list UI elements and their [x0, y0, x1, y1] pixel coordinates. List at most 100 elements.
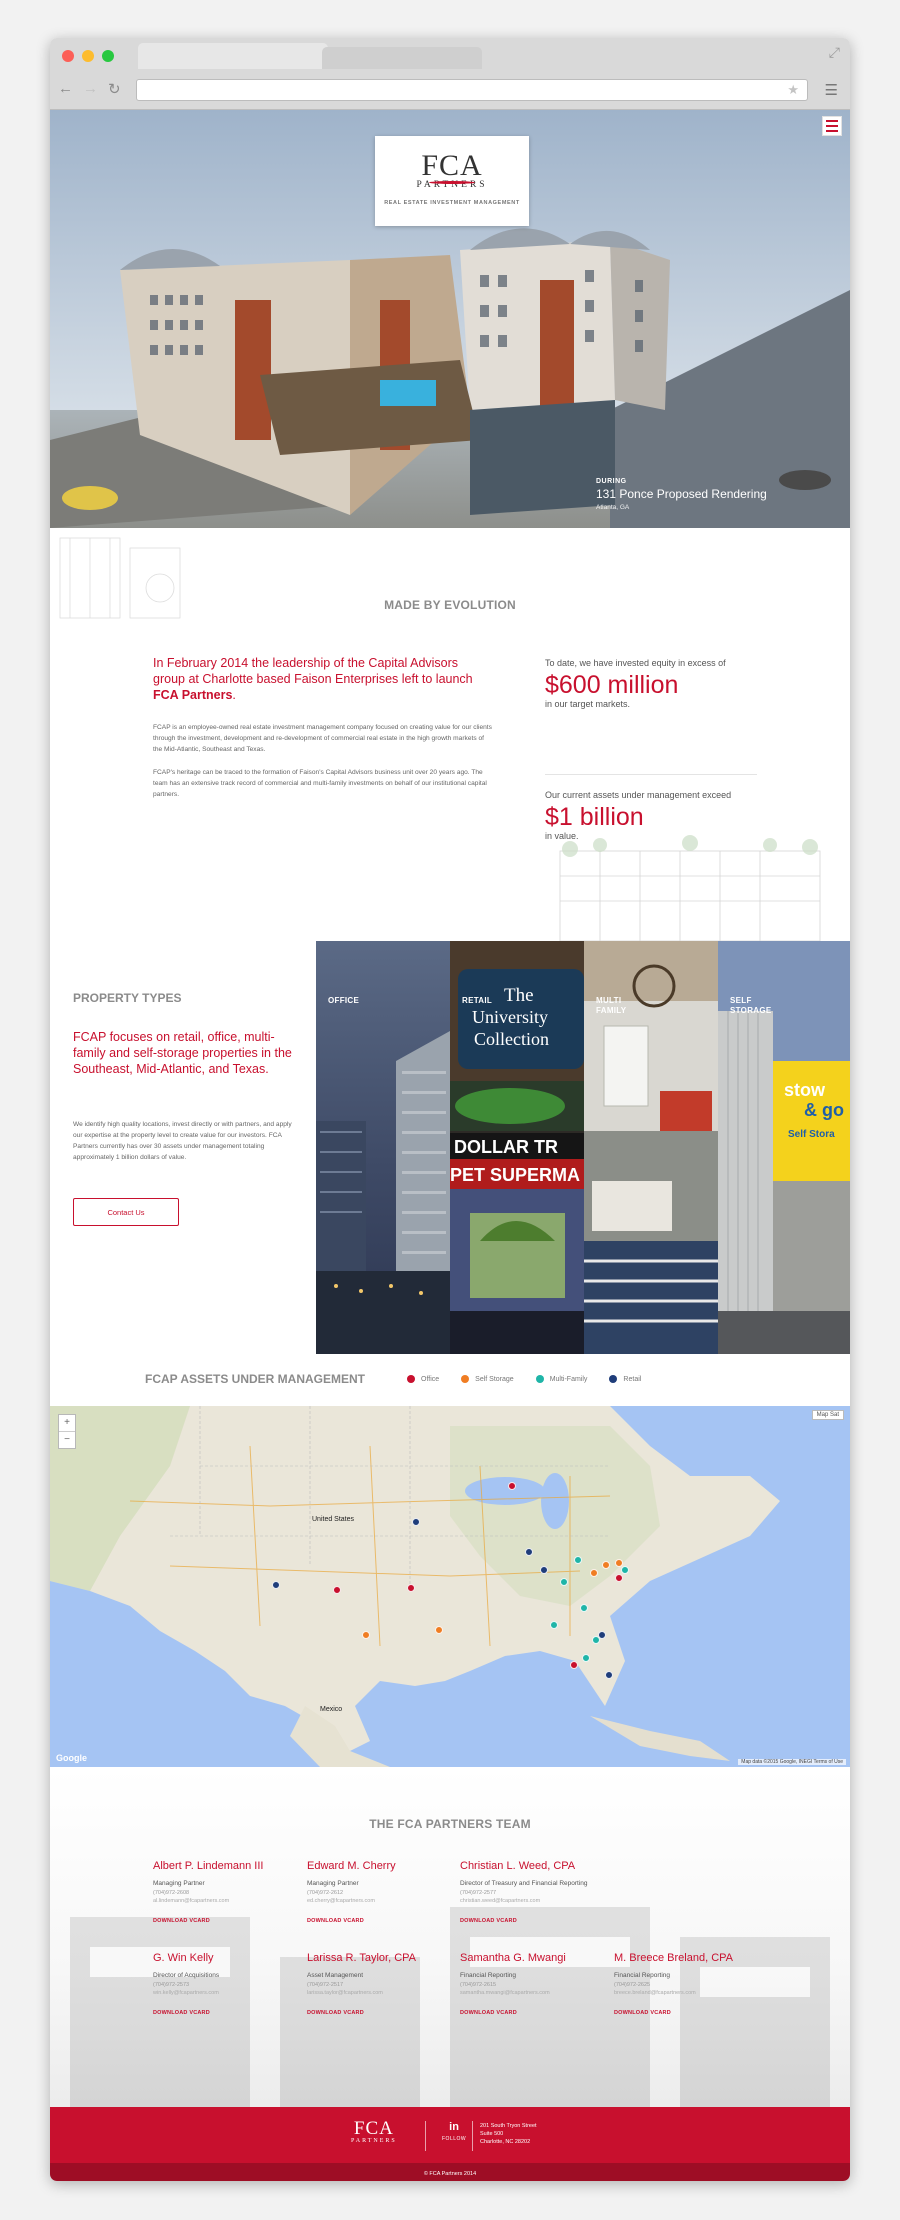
panel-label-line2: STORAGE — [730, 1006, 772, 1015]
member-email[interactable]: samantha.mwangi@fcapartners.com — [460, 1989, 610, 1997]
fullscreen-icon[interactable]: ⤢ — [829, 44, 840, 61]
divider — [545, 774, 757, 775]
map-type-control[interactable]: Map Sat — [811, 1410, 844, 1420]
retail-sign-4: DOLLAR TR — [454, 1137, 558, 1157]
member-name: Christian L. Weed, CPA — [460, 1860, 576, 1872]
member-email[interactable]: win.kelly@fcapartners.com — [153, 1989, 303, 1997]
download-vcard-link[interactable]: DOWNLOAD VCARD — [614, 2010, 764, 2016]
map-pin-retail[interactable] — [272, 1581, 280, 1589]
map-label-mexico: Mexico — [320, 1706, 343, 1713]
legend-multi-family[interactable]: Multi-Family — [535, 1375, 587, 1383]
map-pin-office[interactable] — [570, 1661, 578, 1669]
stat-invested-equity: To date, we have invested equity in exce… — [545, 658, 755, 709]
legend-office[interactable]: Office — [407, 1375, 439, 1383]
download-vcard-link[interactable]: DOWNLOAD VCARD — [153, 1918, 303, 1924]
address-bar[interactable]: ★ — [136, 79, 808, 101]
map-pin-retail[interactable] — [605, 1671, 613, 1679]
minimize-window-button[interactable] — [82, 50, 94, 62]
team-member: Edward M. Cherry Managing Partner (704)9… — [307, 1860, 457, 1924]
member-email[interactable]: al.lindemann@fcapartners.com — [153, 1897, 303, 1905]
logo-tagline: REAL ESTATE INVESTMENT MANAGEMENT — [384, 200, 520, 206]
address-line-1: 201 South Tryon Street — [480, 2123, 537, 2129]
storage-sign-2: & go — [804, 1100, 844, 1120]
map-pin-multi-family[interactable] — [580, 1604, 588, 1612]
zoom-in-button[interactable]: + — [59, 1415, 75, 1431]
member-name: M. Breece Breland, CPA — [614, 1952, 734, 1964]
storage-sign-1: stow — [784, 1080, 826, 1100]
footer-address: 201 South Tryon Street Suite 500 Charlot… — [480, 2122, 537, 2146]
map-pin-retail[interactable] — [540, 1566, 548, 1574]
footer-logo-partners: PARTNERS — [351, 2138, 397, 2144]
follow-label: FOLLOW — [442, 2136, 467, 2142]
stat-post: in our target markets. — [545, 699, 631, 709]
download-vcard-link[interactable]: DOWNLOAD VCARD — [307, 2010, 457, 2016]
map-pin-multi-family[interactable] — [560, 1578, 568, 1586]
map-pin-retail[interactable] — [598, 1631, 606, 1639]
map-attribution[interactable]: Map data ©2015 Google, INEGI Terms of Us… — [738, 1759, 846, 1765]
browser-tab[interactable] — [138, 43, 328, 69]
contact-us-button[interactable]: Contact Us — [73, 1198, 179, 1226]
map-pin-self-storage[interactable] — [602, 1561, 610, 1569]
member-role: Asset Management — [307, 1972, 364, 1979]
legend-self-storage[interactable]: Self Storage — [461, 1375, 514, 1383]
map-pin-office[interactable] — [615, 1574, 623, 1582]
map-pin-self-storage[interactable] — [362, 1631, 370, 1639]
bookmark-star-icon[interactable]: ★ — [787, 82, 799, 98]
google-logo: Google — [56, 1753, 87, 1763]
download-vcard-link[interactable]: DOWNLOAD VCARD — [460, 2010, 610, 2016]
panel-retail[interactable]: The University Collection DOLLAR TR PET … — [450, 941, 584, 1354]
stat-pre: To date, we have invested equity in exce… — [545, 658, 726, 668]
retail-sign-2: University — [472, 1007, 548, 1027]
reload-icon[interactable]: ↻ — [108, 80, 121, 98]
member-email[interactable]: larissa.taylor@fcapartners.com — [307, 1989, 457, 1997]
panel-label-line1: SELF — [730, 996, 752, 1005]
member-phone: (704)972-2573 — [153, 1982, 190, 1988]
member-role: Financial Reporting — [614, 1972, 671, 1979]
hamburger-menu-button[interactable] — [822, 116, 842, 136]
map-pin-office[interactable] — [333, 1586, 341, 1594]
evolution-lead: In February 2014 the leadership of the C… — [153, 655, 493, 703]
browser-menu-icon[interactable]: ☰ — [825, 81, 838, 99]
back-arrow-icon[interactable]: ← — [58, 80, 73, 98]
map-pin-multi-family[interactable] — [582, 1654, 590, 1662]
panel-multi-family[interactable]: MULTI FAMILY — [584, 941, 718, 1354]
map-pin-office[interactable] — [407, 1584, 415, 1592]
map-pin-multi-family[interactable] — [550, 1621, 558, 1629]
legend-retail[interactable]: Retail — [609, 1375, 641, 1383]
assets-map[interactable]: + − Map Sat United States Mexico Google … — [50, 1406, 850, 1767]
map-pin-self-storage[interactable] — [435, 1626, 443, 1634]
legend-dot — [407, 1375, 415, 1383]
member-email[interactable]: ed.cherry@fcapartners.com — [307, 1897, 457, 1905]
map-pin-retail[interactable] — [525, 1548, 533, 1556]
browser-tab-inactive[interactable] — [322, 47, 482, 69]
download-vcard-link[interactable]: DOWNLOAD VCARD — [460, 1918, 640, 1924]
site-logo[interactable]: FCA PARTNERS REAL ESTATE INVESTMENT MANA… — [375, 136, 529, 226]
legend-dot — [609, 1375, 618, 1383]
member-phone: (704)972-2612 — [307, 1890, 344, 1896]
panel-office[interactable]: OFFICE — [316, 941, 450, 1354]
map-pin-retail[interactable] — [412, 1518, 420, 1526]
member-email[interactable]: breece.breland@fcapartners.com — [614, 1989, 764, 1997]
panel-self-storage[interactable]: stow & go Self Stora SELF STORAGE — [718, 941, 850, 1354]
download-vcard-link[interactable]: DOWNLOAD VCARD — [307, 1918, 457, 1924]
lead-strong: FCA Partners — [153, 688, 233, 702]
panel-label: RETAIL — [462, 996, 492, 1006]
zoom-out-button[interactable]: − — [59, 1431, 75, 1448]
maximize-window-button[interactable] — [102, 50, 114, 62]
logo-wordmark: FCA — [421, 149, 483, 182]
forward-arrow-icon[interactable]: → — [83, 80, 98, 98]
linkedin-follow-link[interactable]: in FOLLOW — [442, 2121, 466, 2142]
close-window-button[interactable] — [62, 50, 74, 62]
map-pin-multi-family[interactable] — [621, 1566, 629, 1574]
legend-dot — [535, 1375, 544, 1383]
panel-label: MULTI FAMILY — [596, 996, 626, 1016]
member-email[interactable]: christian.weed@fcapartners.com — [460, 1897, 640, 1905]
footer-logo[interactable]: FCA PARTNERS — [351, 2118, 397, 2144]
map-terrain — [50, 1406, 780, 1767]
panel-label-line1: MULTI — [596, 996, 622, 1005]
map-pin-office[interactable] — [508, 1482, 516, 1490]
footer-logo-wordmark: FCA — [353, 2118, 394, 2139]
map-pin-self-storage[interactable] — [590, 1569, 598, 1577]
download-vcard-link[interactable]: DOWNLOAD VCARD — [153, 2010, 303, 2016]
map-pin-multi-family[interactable] — [574, 1556, 582, 1564]
